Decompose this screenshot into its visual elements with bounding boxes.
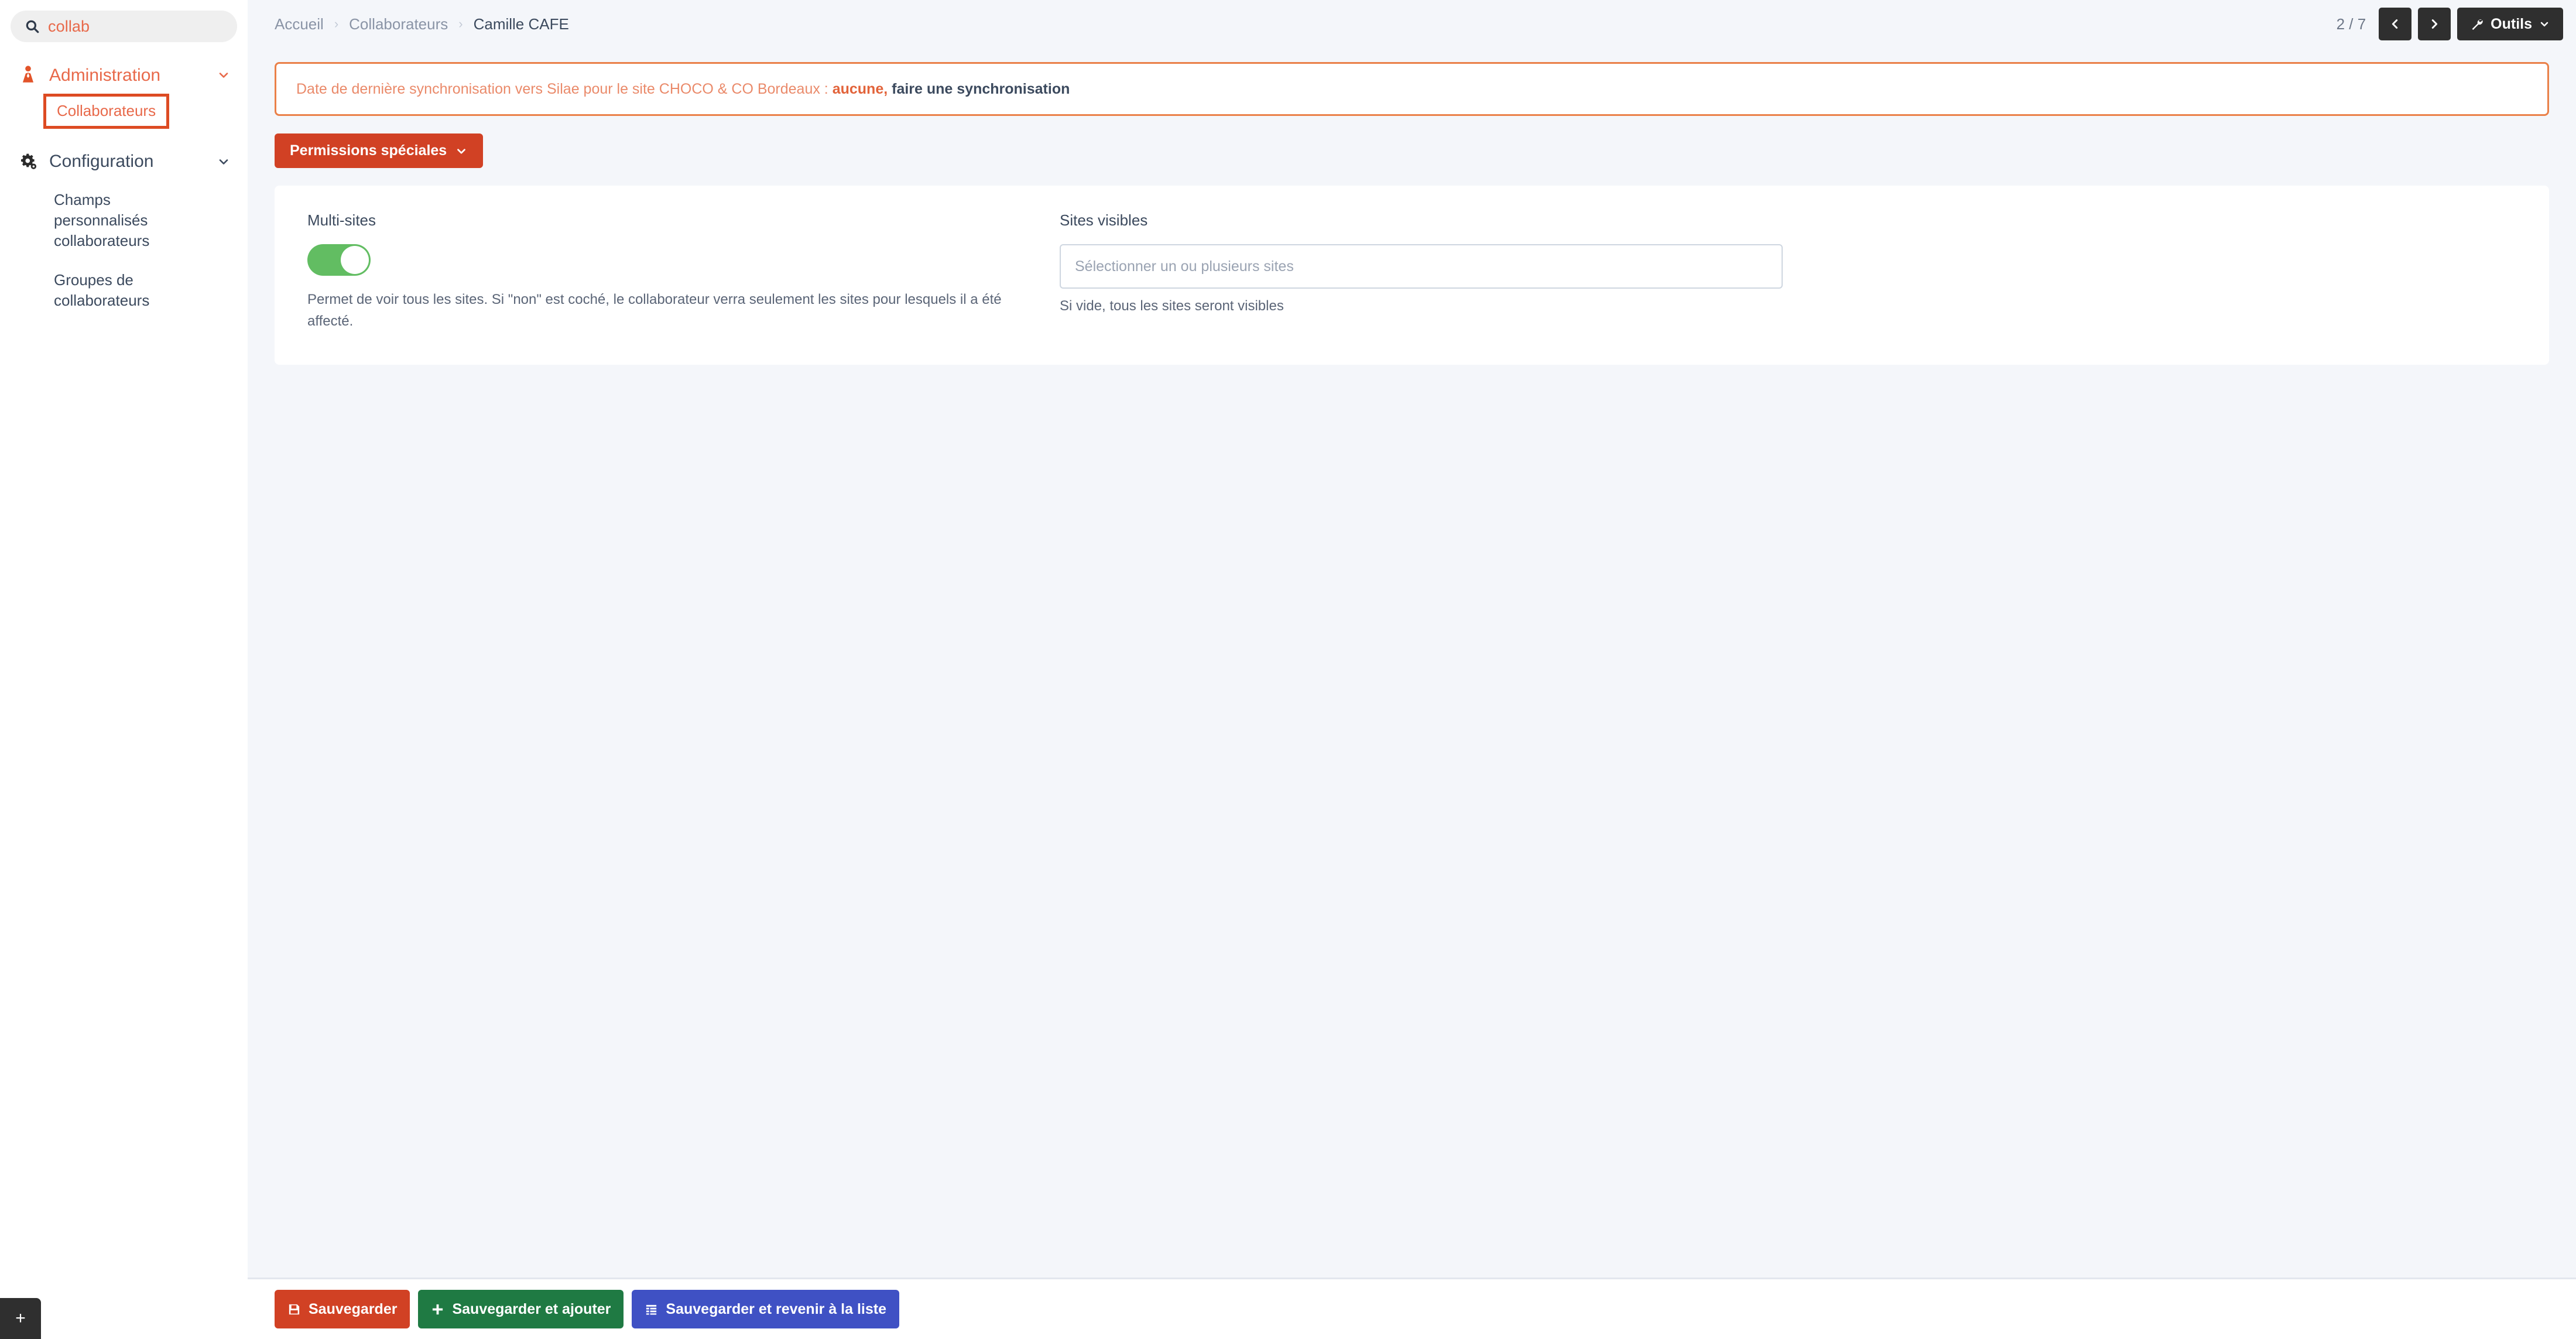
multi-sites-help: Permet de voir tous les sites. Si "non" … (307, 292, 1002, 330)
form-card: Multi-sites Permet de voir tous les site… (275, 186, 2549, 365)
multi-sites-label: Multi-sites (307, 211, 376, 229)
tools-button[interactable]: Outils (2457, 8, 2563, 40)
breadcrumb: Accueil › Collaborateurs › Camille CAFE (275, 15, 569, 33)
pager-count: 2 / 7 (2336, 15, 2366, 33)
chevron-down-icon (216, 154, 231, 169)
gears-icon (18, 151, 39, 172)
visible-sites-placeholder: Sélectionner un ou plusieurs sites (1075, 258, 1294, 275)
save-and-add-button[interactable]: Sauvegarder et ajouter (418, 1290, 624, 1328)
alert-text: Date de dernière synchronisation vers Si… (296, 81, 833, 97)
breadcrumb-separator-icon: › (334, 16, 339, 31)
topbar-controls: 2 / 7 Outils (2337, 8, 2563, 40)
breadcrumb-item-accueil[interactable]: Accueil (275, 15, 324, 33)
save-and-return-button[interactable]: Sauvegarder et revenir à la liste (632, 1290, 899, 1328)
save-and-return-label: Sauvegarder et revenir à la liste (666, 1300, 886, 1317)
toggle-knob (341, 246, 369, 274)
save-and-add-label: Sauvegarder et ajouter (452, 1300, 611, 1317)
wrench-icon (2470, 17, 2484, 31)
breadcrumb-item-current: Camille CAFE (473, 15, 569, 33)
save-label: Sauvegarder (309, 1300, 398, 1317)
multi-sites-field: Multi-sites Permet de voir tous les site… (307, 213, 1060, 332)
chevron-down-icon (2539, 18, 2550, 30)
sidebar-item-champs-personnalises[interactable]: Champs personnalisés collaborateurs (54, 180, 236, 261)
save-icon (287, 1303, 301, 1316)
sidebar-sublist-configuration: Champs personnalisés collaborateurs Grou… (0, 180, 248, 320)
breadcrumb-separator-icon: › (458, 16, 463, 31)
alert-sync-link[interactable]: faire une synchronisation (888, 81, 1070, 97)
search-input[interactable]: collab (11, 11, 237, 42)
list-icon (645, 1303, 658, 1316)
special-permissions-label: Permissions spéciales (290, 142, 447, 159)
chevron-right-icon (2428, 16, 2441, 32)
visible-sites-field: Sites visibles Sélectionner un ou plusie… (1060, 213, 2516, 332)
visible-sites-help: Si vide, tous les sites seront visibles (1060, 298, 1284, 314)
breadcrumb-item-collaborateurs[interactable]: Collaborateurs (349, 15, 448, 33)
sync-alert-banner: Date de dernière synchronisation vers Si… (275, 62, 2549, 116)
form-footer: Sauvegarder Sauvegarder et ajouter Sauve… (248, 1278, 2576, 1339)
sidebar-section-configuration: Configuration Champs personnalisés colla… (0, 143, 248, 320)
sidebar-label-configuration: Configuration (49, 152, 154, 172)
chevron-down-icon (216, 67, 231, 83)
sidebar-section-administration: Administration Collaborateurs (0, 56, 248, 129)
sidebar: collab Administration Collaborateurs Con… (0, 0, 258, 1339)
visible-sites-label: Sites visibles (1060, 211, 1148, 229)
sidebar-sublist-administration: Collaborateurs (0, 94, 248, 129)
permissions-row: Permissions spéciales (275, 133, 2549, 168)
previous-record-button[interactable] (2379, 8, 2412, 40)
topbar: Accueil › Collaborateurs › Camille CAFE … (248, 0, 2576, 48)
visible-sites-select[interactable]: Sélectionner un ou plusieurs sites (1060, 244, 1783, 289)
sidebar-item-groupes-collaborateurs[interactable]: Groupes de collaborateurs (54, 261, 236, 320)
add-button[interactable]: + (0, 1298, 41, 1339)
save-button[interactable]: Sauvegarder (275, 1290, 410, 1328)
alert-value: aucune, (832, 81, 888, 97)
multi-sites-toggle[interactable] (307, 244, 371, 276)
sidebar-item-collaborateurs[interactable]: Collaborateurs (43, 94, 170, 129)
chevron-left-icon (2389, 16, 2402, 32)
sidebar-item-administration[interactable]: Administration (0, 56, 248, 94)
chevron-down-icon (455, 145, 468, 157)
app-root: collab Administration Collaborateurs Con… (0, 0, 2576, 1339)
sidebar-item-configuration[interactable]: Configuration (0, 143, 248, 180)
search-value: collab (48, 17, 90, 35)
special-permissions-button[interactable]: Permissions spéciales (275, 133, 484, 168)
sidebar-label-administration: Administration (49, 65, 161, 85)
next-record-button[interactable] (2418, 8, 2451, 40)
content-area: Date de dernière synchronisation vers Si… (248, 48, 2576, 1278)
search-icon (25, 19, 40, 34)
user-tie-icon (18, 64, 39, 85)
plus-icon (431, 1303, 444, 1316)
tools-label: Outils (2491, 15, 2532, 32)
main-area: Accueil › Collaborateurs › Camille CAFE … (248, 0, 2576, 1339)
